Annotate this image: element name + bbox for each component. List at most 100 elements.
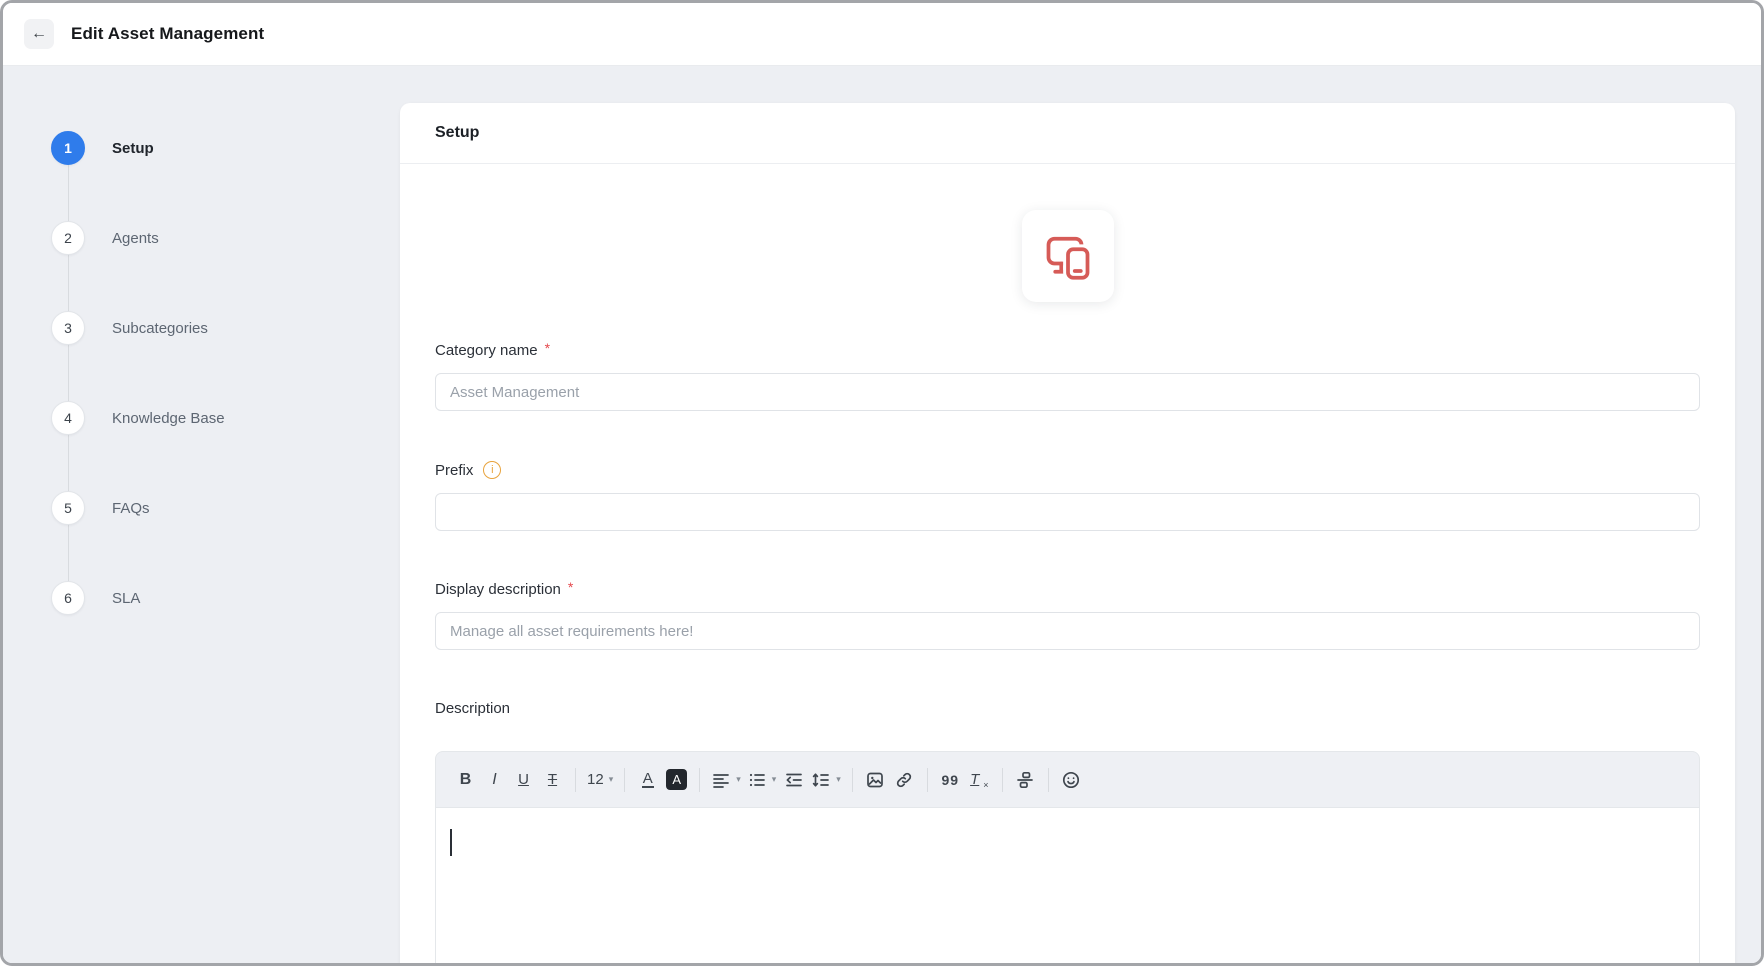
wizard-stepper: 1 Setup 2 Agents 3 Subcategories 4 Knowl… [51,131,351,615]
step-number-badge: 3 [51,311,85,345]
chevron-down-icon: ▾ [608,774,614,784]
line-height-icon [813,772,830,787]
card-header: Setup [400,103,1735,164]
font-color-icon: A [641,769,654,789]
stepper-item-knowledge-base[interactable]: 4 Knowledge Base [51,401,351,435]
step-number-badge: 1 [51,131,85,165]
toolbar-separator [575,767,576,792]
required-asterisk: * [544,339,551,356]
image-icon [867,772,884,787]
align-left-icon [713,773,730,788]
strikethrough-icon: T [547,771,558,788]
step-label: Agents [112,229,159,247]
display-description-label: Display description [435,581,561,598]
strikethrough-button[interactable]: T [538,765,567,795]
step-label: Subcategories [112,319,208,337]
category-name-field-group: Category name * [435,339,1700,411]
insert-divider-icon [1017,771,1034,788]
step-label: Knowledge Base [112,409,225,427]
display-description-field-group: Display description * [435,578,1700,650]
required-asterisk: * [567,578,574,595]
info-icon[interactable]: i [483,461,502,479]
highlight-color-button[interactable]: A [662,765,691,795]
step-number-badge: 4 [51,401,85,435]
italic-icon: I [492,770,497,788]
font-size-dropdown[interactable]: 12 ▾ [584,765,616,795]
toolbar-separator [1001,767,1003,792]
display-description-input[interactable] [435,612,1700,650]
field-label-row: Display description * [435,578,1700,599]
field-label-row: Prefix i [435,461,1700,479]
app-window: ← Edit Asset Management 1 Setup 2 Agents… [0,0,1764,966]
outdent-icon [785,773,802,786]
toolbar-separator [699,767,701,792]
chevron-down-icon: ▾ [836,774,841,784]
emoji-icon [1063,771,1080,788]
back-button[interactable]: ← [24,19,54,49]
chevron-down-icon: ▾ [771,774,777,784]
text-cursor [450,829,452,856]
underline-icon: U [518,771,529,788]
clear-formatting-button[interactable]: T × [965,765,994,795]
editor-toolbar: B I U T 12 ▾ A A ▾ ▾ ▾ 99 T × [435,751,1700,808]
setup-card: Setup Category name * Asset Management P… [400,103,1735,963]
step-label: SLA [112,589,141,607]
card-body: Category name * Prefix i Display descrip… [400,210,1735,963]
description-field-group: Description B I U T 12 ▾ A A ▾ ▾ ▾ 99 T … [435,700,1700,963]
step-number-badge: 2 [51,221,85,255]
stepper-item-agents[interactable]: 2 Agents [51,221,351,255]
field-label-row: Category name * [435,339,1700,360]
category-name-label: Category name [435,342,538,359]
list-dropdown[interactable]: ▾ [744,765,780,795]
font-color-button[interactable]: A [633,765,662,795]
prefix-input[interactable] [435,493,1700,531]
bold-icon: B [459,770,472,788]
italic-button[interactable]: I [480,765,509,795]
rich-text-editor: B I U T 12 ▾ A A ▾ ▾ ▾ 99 T × [435,751,1700,963]
stepper-item-sla[interactable]: 6 SLA [51,581,351,615]
insert-divider-button[interactable] [1011,765,1040,795]
bold-button[interactable]: B [451,765,480,795]
link-icon [897,772,912,787]
highlight-color-icon: A [666,769,688,790]
stepper-item-subcategories[interactable]: 3 Subcategories [51,311,351,345]
page-title: Edit Asset Management [71,24,265,43]
underline-button[interactable]: U [509,765,538,795]
stepper-connector-line [68,148,69,598]
back-arrow-icon: ← [31,25,47,42]
insert-image-button[interactable] [861,765,890,795]
font-size-value: 12 [587,771,604,788]
step-number-badge: 6 [51,581,85,615]
description-label: Description [435,700,511,717]
step-number-badge: 5 [51,491,85,525]
prefix-label: Prefix [435,461,474,479]
clear-format-icon: T [970,771,980,788]
emoji-button[interactable] [1057,765,1086,795]
prefix-field-group: Prefix i [435,461,1700,531]
toolbar-separator [851,767,853,792]
stepper-item-setup[interactable]: 1 Setup [51,131,351,165]
toolbar-separator [1047,767,1049,792]
align-dropdown[interactable]: ▾ [708,765,744,795]
step-label: Setup [112,139,154,157]
line-height-dropdown[interactable]: ▾ [808,765,844,795]
insert-link-button[interactable] [890,765,919,795]
toolbar-separator [624,767,626,792]
blockquote-button[interactable]: 99 [936,765,965,795]
clear-format-x: × [983,779,989,790]
chevron-down-icon: ▾ [736,774,741,784]
description-editor-area[interactable] [435,808,1700,963]
step-label: FAQs [112,499,150,517]
content-area: 1 Setup 2 Agents 3 Subcategories 4 Knowl… [3,66,1761,963]
toolbar-separator [926,767,928,792]
stepper-item-faqs[interactable]: 5 FAQs [51,491,351,525]
top-header: ← Edit Asset Management [3,3,1761,66]
quote-icon: 99 [941,771,960,788]
category-icon-box[interactable] [1021,210,1114,302]
bullet-list-icon [749,773,765,786]
devices-monitor-phone-icon [1046,236,1092,283]
field-label-row: Description [435,700,1700,717]
outdent-button[interactable] [779,765,808,795]
category-name-input[interactable] [435,373,1700,411]
card-title: Setup [435,124,480,141]
